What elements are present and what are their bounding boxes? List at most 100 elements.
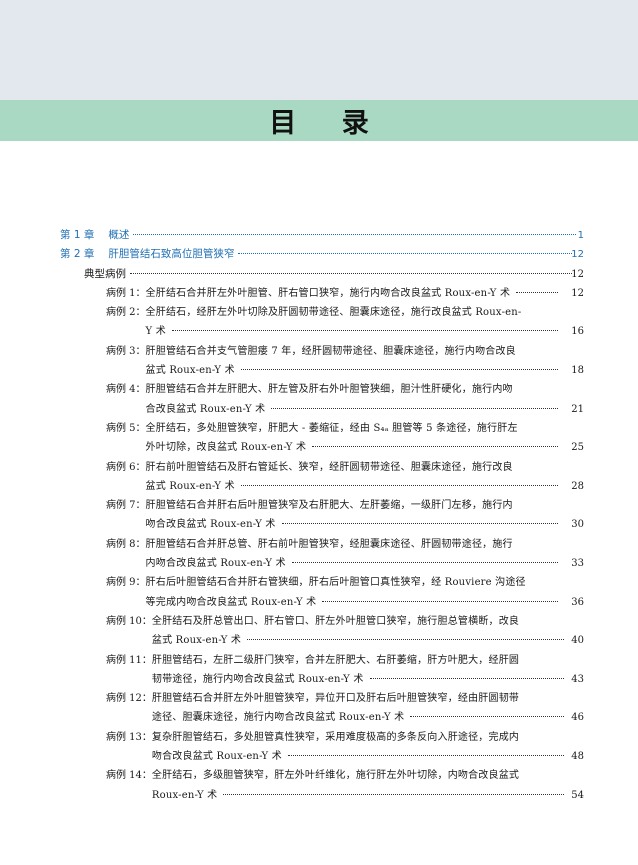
dot-leader xyxy=(516,291,558,293)
dot-leader xyxy=(133,234,576,235)
case-label: 病例 3： xyxy=(106,345,146,357)
dot-leader xyxy=(410,716,564,718)
toc-case-1[interactable]: 病例 1： 全肝结石合并肝左外叶胆管、肝右管口狭窄，施行内吻合改良盆式 Roux-… xyxy=(0,284,638,303)
dot-leader xyxy=(369,677,564,679)
dot-leader xyxy=(281,523,558,525)
case-title-line: 途径、胆囊床途径，施行内吻合改良盆式 Roux-en-Y 术 xyxy=(151,712,405,724)
case-label: 病例 11： xyxy=(106,654,152,666)
toc-case-7[interactable]: 病例 7： 肝胆管结石合并肝右后叶胆管狭窄及右肝肥大、左肝萎缩，一级肝门左移，施行… xyxy=(0,496,638,535)
case-label: 病例 12： xyxy=(106,693,152,705)
toc-case-8[interactable]: 病例 8： 肝胆管结石合并肝总管、肝右前叶胆管狭窄，经胆囊床途径、肝圆韧带途径，施… xyxy=(0,535,638,574)
case-label: 病例 5： xyxy=(106,422,146,434)
page-title: 目 录 xyxy=(269,108,387,139)
page-number: 18 xyxy=(571,365,584,377)
case-title: 肝胆管结石合并肝右后叶胆管狭窄及右肝肥大、左肝萎缩，一级肝门左移，施行内 吻合改良… xyxy=(146,496,564,535)
toc-case-3[interactable]: 病例 3： 肝胆管结石合并支气管胆瘘 7 年，经肝圆韧带途径、胆囊床途径，施行内吻… xyxy=(0,342,638,381)
case-title-line: 肝胆管结石，左肝二级肝门狭窄，合并左肝肥大、右肝萎缩，肝方叶肥大，经肝圆 xyxy=(151,654,520,666)
page-number: 30 xyxy=(571,519,584,531)
case-title: 肝胆管结石合并肝左外叶胆管狭窄，异位开口及肝右后叶胆管狭窄，经由肝圆韧带 途径、胆… xyxy=(152,689,570,728)
page-number: 40 xyxy=(571,635,584,647)
case-title: 全肝结石，经肝左外叶切除及肝圆韧带途径、胆囊床途径，施行改良盆式 Roux-en… xyxy=(146,303,564,342)
case-title-line: 内吻合改良盆式 Roux-en-Y 术 xyxy=(145,558,286,570)
page-number: 54 xyxy=(571,789,584,801)
case-label: 病例 1： xyxy=(106,287,146,299)
case-title-line: 全肝结石，经肝左外叶切除及肝圆韧带途径、胆囊床途径，施行改良盆式 Roux-en… xyxy=(145,307,522,319)
toc-case-4[interactable]: 病例 4： 肝胆管结石合并左肝肥大、肝左管及肝右外叶胆管狭细，胆汁性肝硬化，施行内… xyxy=(0,380,638,419)
case-title-line: 盆式 Roux-en-Y 术 xyxy=(151,635,242,647)
case-label: 病例 6： xyxy=(106,461,146,473)
case-title: 肝右前叶胆管结石及肝右管延长、狭窄，经肝圆韧带途径、胆囊床途径，施行改良 盆式 R… xyxy=(146,458,564,497)
case-title-line: 全肝结石，多级胆管狭窄，肝左外叶纤维化，施行肝左外叶切除，内吻合改良盆式 xyxy=(151,770,520,782)
case-title-line: 全肝结石及肝总管出口、肝右管口、肝左外叶胆管口狭窄，施行胆总管横断，改良 xyxy=(151,615,520,627)
case-title-line: 复杂肝胆管结石，多处胆管真性狭窄，采用难度极高的多条反向入肝途径，完成内 xyxy=(151,731,520,743)
dot-leader xyxy=(171,330,558,332)
page-number: 12 xyxy=(571,287,584,299)
title-bar: 目 录 xyxy=(0,100,638,141)
case-title-line: 全肝结石，多处胆管狭窄，肝肥大 - 萎缩征，经由 S₄ₐ 胆管等 5 条途径，施… xyxy=(145,422,518,434)
case-title-line: Roux-en-Y 术 xyxy=(151,789,218,801)
toc-case-12[interactable]: 病例 12： 肝胆管结石合并肝左外叶胆管狭窄，异位开口及肝右后叶胆管狭窄，经由肝圆… xyxy=(0,689,638,728)
case-title: 复杂肝胆管结石，多处胆管真性狭窄，采用难度极高的多条反向入肝途径，完成内 吻合改良… xyxy=(152,728,570,767)
section-title: 典型病例 xyxy=(84,267,126,280)
dot-leader xyxy=(223,793,564,795)
case-title-line: 肝胆管结石合并肝左外叶胆管狭窄，异位开口及肝右后叶胆管狭窄，经由肝圆韧带 xyxy=(151,693,520,705)
case-title-line: 肝胆管结石合并左肝肥大、肝左管及肝右外叶胆管狭细，胆汁性肝硬化，施行内吻 xyxy=(145,384,513,396)
page-number: 16 xyxy=(571,326,584,338)
case-label: 病例 13： xyxy=(106,731,152,743)
case-title: 肝胆管结石合并支气管胆瘘 7 年，经肝圆韧带途径、胆囊床途径，施行内吻合改良 盆式… xyxy=(146,342,564,381)
case-title-line: 肝胆管结石合并肝总管、肝右前叶胆管狭窄，经胆囊床途径、肝圆韧带途径，施行 xyxy=(145,538,513,550)
case-title-line: 盆式 Roux-en-Y 术 xyxy=(145,365,235,377)
case-title: 肝胆管结石合并肝总管、肝右前叶胆管狭窄，经胆囊床途径、肝圆韧带途径，施行 内吻合改… xyxy=(146,535,564,574)
dot-leader xyxy=(312,446,558,448)
page-number: 12 xyxy=(571,249,584,261)
page-number: 48 xyxy=(571,751,584,763)
page-number: 43 xyxy=(571,673,584,685)
toc-case-6[interactable]: 病例 6： 肝右前叶胆管结石及肝右管延长、狭窄，经肝圆韧带途径、胆囊床途径，施行改… xyxy=(0,458,638,497)
case-title-line: 肝胆管结石合并肝右后叶胆管狭窄及右肝肥大、左肝萎缩，一级肝门左移，施行内 xyxy=(145,500,513,512)
case-title-line: 肝右后叶胆管结石合并肝右管狭细，肝右后叶胆管口真性狭窄，经 Rouviere 沟… xyxy=(145,577,526,589)
toc-case-5[interactable]: 病例 5： 全肝结石，多处胆管狭窄，肝肥大 - 萎缩征，经由 S₄ₐ 胆管等 5 … xyxy=(0,419,638,458)
case-title-line: 吻合改良盆式 Roux-en-Y 术 xyxy=(151,751,282,763)
toc-chapter-2[interactable]: 第 2 章肝胆管结石致高位胆管狭窄 12 xyxy=(0,245,638,264)
table-of-contents: 第 1 章 概述 1 第 2 章肝胆管结石致高位胆管狭窄 12 典型病例 12 病… xyxy=(0,226,638,805)
case-label: 病例 4： xyxy=(106,384,146,396)
chapter-number: 第 1 章 xyxy=(60,229,95,241)
chapter-number: 第 2 章 xyxy=(60,248,95,261)
case-title-line: 等完成内吻合改良盆式 Roux-en-Y 术 xyxy=(145,596,317,608)
case-title: 全肝结石及肝总管出口、肝右管口、肝左外叶胆管口狭窄，施行胆总管横断，改良 盆式 R… xyxy=(152,612,570,651)
chapter-title: 肝胆管结石致高位胆管狭窄 xyxy=(108,248,235,261)
dot-leader xyxy=(291,562,558,564)
case-title-line: 肝胆管结石合并支气管胆瘘 7 年，经肝圆韧带途径、胆囊床途径，施行内吻合改良 xyxy=(145,345,516,357)
dot-leader xyxy=(240,369,558,371)
case-label: 病例 14： xyxy=(106,770,152,782)
chapter-title: 概述 xyxy=(108,229,130,241)
case-title-line: 合改良盆式 Roux-en-Y 术 xyxy=(145,403,266,415)
case-title-line: 盆式 Roux-en-Y 术 xyxy=(145,480,235,492)
toc-case-13[interactable]: 病例 13： 复杂肝胆管结石，多处胆管真性狭窄，采用难度极高的多条反向入肝途径，完… xyxy=(0,728,638,767)
toc-case-9[interactable]: 病例 9： 肝右后叶胆管结石合并肝右管狭细，肝右后叶胆管口真性狭窄，经 Rouvi… xyxy=(0,573,638,612)
case-label: 病例 8： xyxy=(106,538,146,550)
case-label: 病例 2： xyxy=(106,307,146,319)
case-title-line: 韧带途径，施行内吻合改良盆式 Roux-en-Y 术 xyxy=(151,673,364,685)
case-title-line: Y 术 xyxy=(145,326,166,338)
toc-case-2[interactable]: 病例 2： 全肝结石，经肝左外叶切除及肝圆韧带途径、胆囊床途径，施行改良盆式 Ro… xyxy=(0,303,638,342)
case-title: 肝胆管结石，左肝二级肝门狭窄，合并左肝肥大、右肝萎缩，肝方叶肥大，经肝圆 韧带途径… xyxy=(152,651,570,690)
case-title: 肝胆管结石合并左肝肥大、肝左管及肝右外叶胆管狭细，胆汁性肝硬化，施行内吻 合改良盆… xyxy=(146,380,564,419)
toc-case-10[interactable]: 病例 10： 全肝结石及肝总管出口、肝右管口、肝左外叶胆管口狭窄，施行胆总管横断，… xyxy=(0,612,638,651)
toc-case-11[interactable]: 病例 11： 肝胆管结石，左肝二级肝门狭窄，合并左肝肥大、右肝萎缩，肝方叶肥大，经… xyxy=(0,651,638,690)
case-title: 肝右后叶胆管结石合并肝右管狭细，肝右后叶胆管口真性狭窄，经 Rouviere 沟… xyxy=(146,573,564,612)
page-number: 36 xyxy=(571,596,584,608)
toc-case-14[interactable]: 病例 14： 全肝结石，多级胆管狭窄，肝左外叶纤维化，施行肝左外叶切除，内吻合改良… xyxy=(0,766,638,805)
case-title-line: 全肝结石合并肝左外叶胆管、肝右管口狭窄，施行内吻合改良盆式 Roux-en-Y … xyxy=(145,287,511,299)
case-label: 病例 10： xyxy=(106,615,152,627)
header-band xyxy=(0,0,638,100)
toc-chapter-1[interactable]: 第 1 章 概述 1 xyxy=(0,226,638,245)
toc-section[interactable]: 典型病例 12 xyxy=(0,265,638,284)
page-number: 12 xyxy=(571,268,584,280)
page-number: 21 xyxy=(571,403,584,415)
case-title: 全肝结石，多处胆管狭窄，肝肥大 - 萎缩征，经由 S₄ₐ 胆管等 5 条途径，施… xyxy=(146,419,564,458)
case-title: 全肝结石，多级胆管狭窄，肝左外叶纤维化，施行肝左外叶切除，内吻合改良盆式 Roux… xyxy=(152,766,570,805)
dot-leader xyxy=(271,407,558,409)
dot-leader xyxy=(287,755,564,757)
case-title: 全肝结石合并肝左外叶胆管、肝右管口狭窄，施行内吻合改良盆式 Roux-en-Y … xyxy=(146,284,564,303)
